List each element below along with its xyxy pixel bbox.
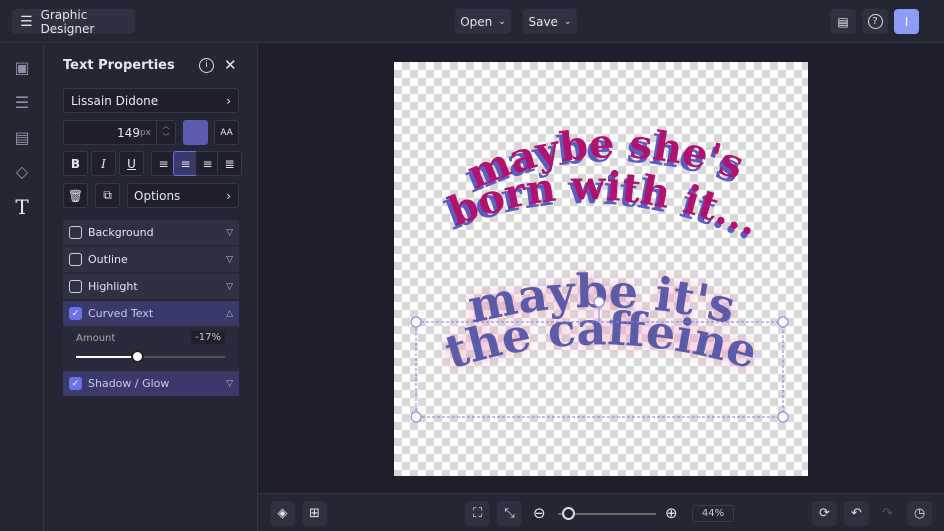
- layers-icon: ◈: [277, 506, 288, 521]
- outline-checkbox[interactable]: [69, 253, 82, 266]
- bold-button[interactable]: B: [63, 151, 88, 176]
- layers-button[interactable]: ◈: [270, 501, 295, 526]
- duplicate-icon: ⧉: [103, 188, 112, 202]
- save-label: Save: [528, 14, 558, 29]
- section-label: Highlight: [88, 280, 138, 293]
- chevron-right-icon: ›: [226, 93, 231, 108]
- trash-icon: 🗑: [67, 188, 84, 203]
- size-stepper[interactable]: ︿ ﹀: [156, 121, 175, 144]
- font-size-input[interactable]: 149 px ︿ ﹀: [63, 120, 176, 145]
- section-label: Shadow / Glow: [88, 377, 170, 390]
- comment-button[interactable]: ▤: [830, 9, 856, 34]
- help-button[interactable]: ?: [862, 9, 888, 34]
- canvas-svg: maybe she's maybe she's born with it... …: [410, 120, 789, 423]
- options-label: Options: [134, 188, 181, 203]
- italic-button[interactable]: I: [91, 151, 116, 176]
- save-button[interactable]: Save ⌄: [523, 9, 577, 34]
- font-selector[interactable]: Lissain Didone ›: [63, 88, 239, 113]
- shrink-icon: ⤡: [504, 506, 515, 521]
- font-name: Lissain Didone: [71, 93, 159, 108]
- zoom-slider[interactable]: [558, 507, 656, 520]
- grid-button[interactable]: ⊞: [302, 501, 327, 526]
- zoom-out-icon[interactable]: ⊖: [533, 504, 546, 522]
- history-icon: ◷: [913, 506, 926, 521]
- adjustments-icon[interactable]: ☰: [12, 93, 32, 113]
- expand-icon: ⛶: [472, 506, 483, 521]
- refresh-icon: ⟳: [819, 506, 830, 521]
- underline-button[interactable]: U: [119, 151, 144, 176]
- redo-icon: ↷: [882, 506, 893, 521]
- avatar-initial: I: [904, 14, 909, 29]
- text-case-icon: AA: [220, 127, 233, 138]
- artboard[interactable]: maybe she's maybe she's born with it... …: [394, 62, 808, 476]
- top-bar: ☰ Graphic Designer Open ⌄ Save ⌄ ▤ ? I: [0, 0, 944, 43]
- amount-value[interactable]: -17%: [191, 331, 225, 344]
- background-checkbox[interactable]: [69, 226, 82, 239]
- help-icon: ?: [867, 14, 883, 29]
- delete-button[interactable]: 🗑: [63, 183, 88, 208]
- app-title: Graphic Designer: [40, 7, 95, 36]
- section-label: Curved Text: [88, 307, 154, 320]
- undo-button[interactable]: ↶: [844, 501, 869, 526]
- chevron-down-icon: ▽: [226, 254, 233, 265]
- section-curved-text[interactable]: ✓ Curved Text △: [63, 301, 239, 326]
- history-button[interactable]: ◷: [907, 501, 932, 526]
- curved-text-body: Amount -17%: [63, 326, 239, 371]
- redo-button[interactable]: ↷: [875, 501, 900, 526]
- layout-icon[interactable]: ▤: [12, 128, 32, 148]
- chevron-right-icon: ›: [226, 188, 231, 203]
- font-size-unit: px: [139, 127, 151, 138]
- chevron-down-icon: ▽: [226, 281, 233, 292]
- section-highlight[interactable]: Highlight ▽: [63, 274, 239, 299]
- section-label: Outline: [88, 253, 128, 266]
- open-button[interactable]: Open ⌄: [455, 9, 511, 34]
- text-layer-1[interactable]: maybe she's maybe she's born with it... …: [440, 120, 767, 249]
- hamburger-icon: ☰: [20, 13, 33, 30]
- color-swatch[interactable]: [183, 120, 208, 145]
- tool-rail: ▣ ☰ ▤ ◇ T: [0, 44, 44, 531]
- text-transform-button[interactable]: AA: [214, 120, 239, 145]
- reset-button[interactable]: ⟳: [812, 501, 837, 526]
- duplicate-button[interactable]: ⧉: [95, 183, 120, 208]
- close-icon[interactable]: ✕: [224, 56, 237, 74]
- chevron-down-icon: ▽: [226, 378, 233, 389]
- highlight-checkbox[interactable]: [69, 280, 82, 293]
- amount-slider-handle[interactable]: [131, 350, 145, 363]
- section-outline[interactable]: Outline ▽: [63, 247, 239, 272]
- justify-button[interactable]: ≣: [217, 151, 242, 176]
- elements-icon[interactable]: ◇: [12, 162, 32, 182]
- shadow-checkbox[interactable]: ✓: [69, 377, 82, 390]
- undo-icon: ↶: [851, 506, 862, 521]
- options-button[interactable]: Options ›: [127, 183, 239, 208]
- panel-title: Text Properties: [63, 58, 175, 73]
- chevron-up-icon: △: [226, 308, 233, 319]
- amount-label: Amount: [76, 333, 116, 344]
- info-icon[interactable]: i: [199, 58, 214, 73]
- curved-text-checkbox[interactable]: ✓: [69, 307, 82, 320]
- avatar[interactable]: I: [894, 9, 919, 34]
- fit-screen-button[interactable]: ⛶: [465, 501, 490, 526]
- section-label: Background: [88, 226, 154, 239]
- zoom-in-icon[interactable]: ⊕: [665, 504, 678, 522]
- chevron-down-icon: ⌄: [563, 16, 572, 27]
- zoom-value[interactable]: 44%: [692, 505, 734, 522]
- rotate-handle: [593, 296, 605, 308]
- chevron-down-icon: ⌄: [498, 16, 506, 27]
- zoom-slider-handle[interactable]: [561, 507, 575, 520]
- open-label: Open: [460, 14, 493, 29]
- shrink-button[interactable]: ⤡: [497, 501, 522, 526]
- bottom-toolbar: ◈ ⊞ ⛶ ⤡ ⊖ ⊕ 44% ⟳ ↶ ↷ ◷: [258, 493, 944, 531]
- comment-icon: ▤: [837, 14, 849, 29]
- menu-button[interactable]: ☰ Graphic Designer: [12, 7, 135, 36]
- text-icon[interactable]: T: [12, 195, 32, 219]
- section-shadow-glow[interactable]: ✓ Shadow / Glow ▽: [63, 371, 239, 396]
- image-icon[interactable]: ▣: [12, 58, 32, 78]
- chevron-down-icon: ▽: [226, 227, 233, 238]
- text-properties-panel: Text Properties i ✕ Lissain Didone › 149 p…: [44, 44, 258, 531]
- section-background[interactable]: Background ▽: [63, 220, 239, 245]
- amount-slider-track[interactable]: [76, 350, 225, 363]
- grid-icon: ⊞: [309, 506, 320, 521]
- font-size-value: 149: [117, 125, 140, 140]
